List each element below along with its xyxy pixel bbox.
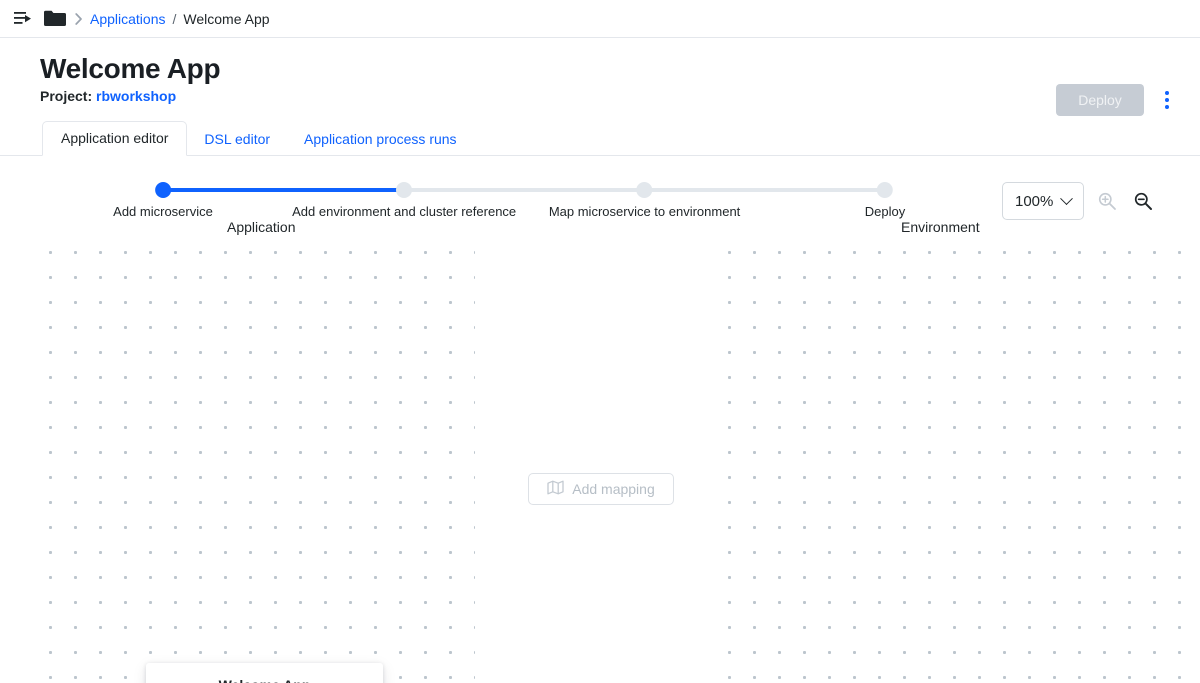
tab-application-editor[interactable]: Application editor [42, 121, 187, 156]
map-icon [547, 480, 564, 498]
step-add-microservice[interactable]: Add microservice [113, 182, 213, 220]
zoom-in-icon[interactable] [1094, 188, 1120, 214]
kebab-dot [1165, 91, 1169, 95]
kebab-dot [1165, 98, 1169, 102]
page-header: Welcome App Project: rbworkshop Deploy [0, 38, 1200, 110]
step-deploy[interactable]: Deploy [865, 182, 905, 220]
step-add-environment-and-cluster-reference[interactable]: Add environment and cluster reference [292, 182, 516, 220]
step-dot [396, 182, 412, 198]
folder-icon[interactable] [38, 4, 72, 34]
breadcrumb-chevron-icon [72, 13, 90, 25]
deploy-button[interactable]: Deploy [1056, 84, 1144, 116]
project-link[interactable]: rbworkshop [96, 88, 176, 104]
stepper-row: Add microservice Add environment and clu… [0, 156, 1200, 218]
zoom-out-icon[interactable] [1130, 188, 1156, 214]
zoom-level-value: 100% [1015, 193, 1053, 210]
step-map-microservice-to-environment[interactable]: Map microservice to environment [549, 182, 740, 220]
application-column-title: Application [227, 218, 296, 236]
overflow-menu-icon[interactable] [1150, 83, 1184, 117]
step-dot [877, 182, 893, 198]
breadcrumb-bar: Applications / Welcome App [0, 0, 1200, 38]
editor-canvas: Application Environment Add mapping Welc… [0, 218, 1200, 658]
tab-application-process-runs[interactable]: Application process runs [287, 122, 474, 156]
tab-dsl-editor[interactable]: DSL editor [187, 122, 287, 156]
progress-stepper: Add microservice Add environment and clu… [163, 182, 885, 218]
breadcrumb-current-page: Welcome App [183, 11, 269, 27]
application-card-title: Welcome App [146, 663, 383, 683]
tab-bar: Application editor DSL editor Applicatio… [0, 122, 1200, 156]
project-label: Project: [40, 88, 92, 104]
environment-canvas-grid[interactable] [717, 240, 1200, 683]
chevron-down-icon [1060, 192, 1073, 205]
zoom-level-select[interactable]: 100% [1002, 182, 1084, 220]
add-mapping-button[interactable]: Add mapping [528, 473, 674, 505]
application-canvas-grid[interactable] [38, 240, 475, 683]
step-dot [637, 182, 653, 198]
kebab-dot [1165, 105, 1169, 109]
add-mapping-label: Add mapping [572, 481, 655, 497]
application-card[interactable]: Welcome App Processes: 1 Your applicatio… [146, 663, 383, 683]
page-title: Welcome App [40, 52, 1176, 86]
zoom-controls: 100% [1002, 182, 1156, 220]
step-dot [155, 182, 171, 198]
breadcrumb-slash: / [166, 11, 184, 27]
breadcrumb-link-applications[interactable]: Applications [90, 11, 166, 27]
menu-collapse-icon[interactable] [8, 4, 38, 34]
environment-column-title: Environment [901, 218, 980, 236]
project-line: Project: rbworkshop [40, 88, 1176, 104]
header-actions: Deploy [1056, 83, 1184, 117]
